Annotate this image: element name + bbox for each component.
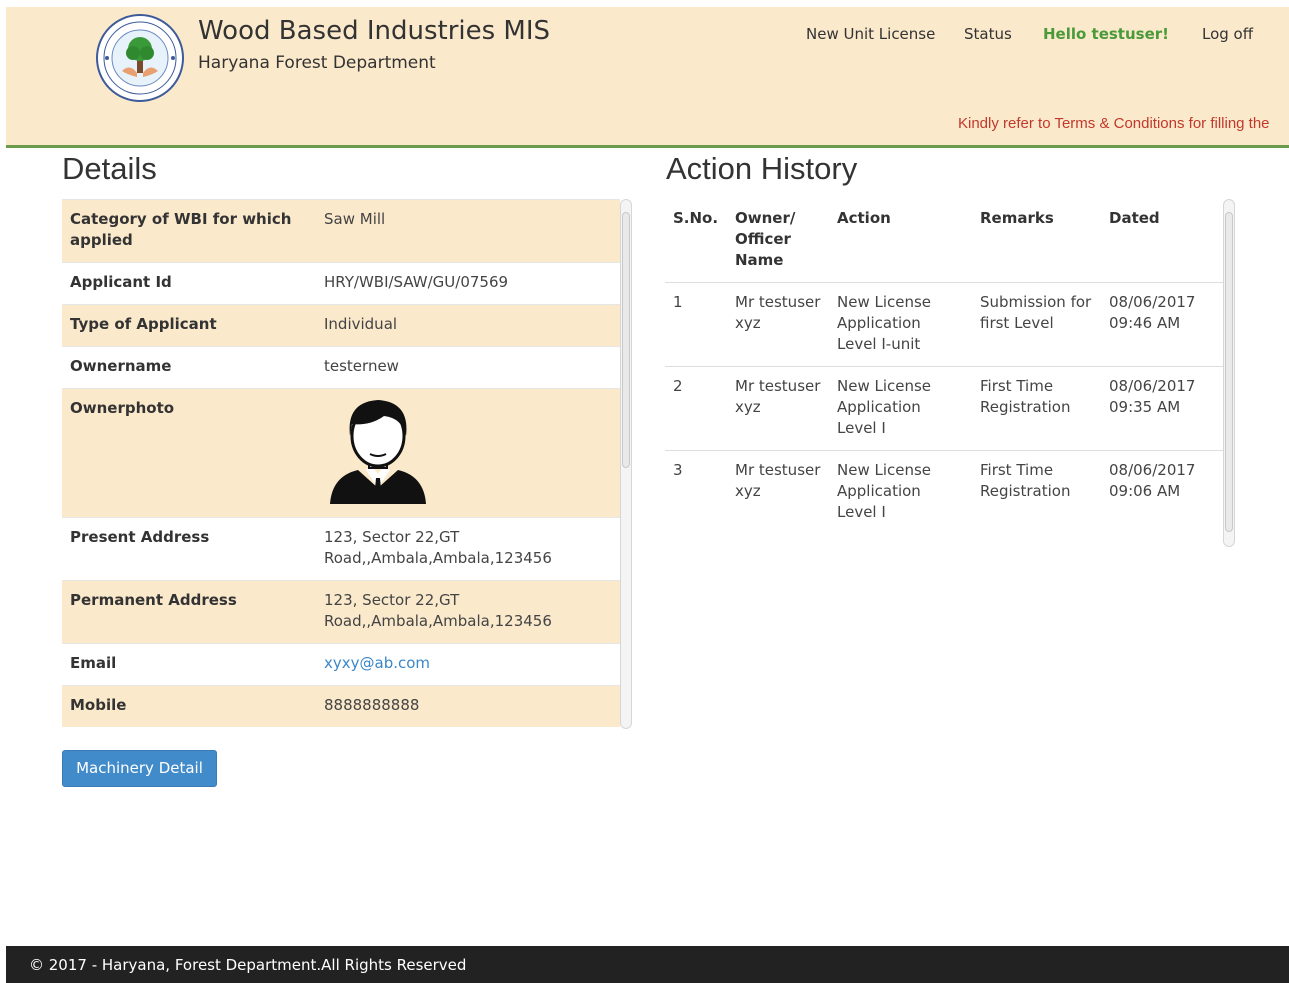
details-row-permanent-address: Permanent Address 123, Sector 22,GT Road… — [62, 580, 620, 644]
col-sno: S.No. — [665, 199, 727, 283]
details-row-applicant-id: Applicant Id HRY/WBI/SAW/GU/07569 — [62, 262, 620, 305]
table-row: 1 Mr testuser xyz New License Applicatio… — [665, 282, 1223, 367]
details-label: Ownername — [62, 346, 316, 389]
cell-owner: Mr testuser xyz — [727, 366, 829, 451]
footer-bar: © 2017 - Haryana, Forest Department.All … — [6, 946, 1289, 983]
terms-notice: Kindly refer to Terms & Conditions for f… — [958, 115, 1270, 132]
details-value: testernew — [316, 346, 620, 389]
col-remarks: Remarks — [972, 199, 1101, 283]
owner-photo-avatar — [330, 400, 426, 504]
cell-action: New License Application Level I — [837, 461, 932, 521]
details-label: Permanent Address — [62, 580, 316, 644]
table-row: 3 Mr testuser xyz New License Applicatio… — [665, 451, 1223, 535]
forest-department-logo[interactable] — [95, 13, 185, 103]
cell-sno: 2 — [665, 366, 727, 451]
cell-sno: 3 — [673, 461, 683, 479]
nav-hello-user[interactable]: Hello testuser! — [1043, 25, 1169, 43]
app-subtitle: Haryana Forest Department — [198, 53, 436, 73]
cell-owner: Mr testuser xyz — [727, 282, 829, 367]
history-scrollbar[interactable] — [1223, 199, 1235, 547]
details-row-present-address: Present Address 123, Sector 22,GT Road,,… — [62, 517, 620, 581]
machinery-detail-button[interactable]: Machinery Detail — [62, 750, 217, 787]
cell-dated: 08/06/2017 09:46 AM — [1101, 282, 1223, 367]
header-bar: Wood Based Industries MIS Haryana Forest… — [6, 7, 1289, 148]
details-value: Saw Mill — [316, 199, 620, 263]
cell-remarks: Submission for first Level — [972, 282, 1101, 367]
cell-owner: Mr testuser xyz — [735, 461, 821, 500]
details-scroll-thumb[interactable] — [622, 212, 630, 468]
details-panel[interactable]: Category of WBI for which applied Saw Mi… — [62, 199, 634, 729]
col-owner: Owner/ Officer Name — [727, 199, 829, 283]
action-history-panel[interactable]: S.No. Owner/ Officer Name Action Remarks… — [665, 199, 1238, 549]
table-row: 2 Mr testuser xyz New License Applicatio… — [665, 366, 1223, 451]
nav-log-off[interactable]: Log off — [1202, 25, 1253, 43]
action-history-heading: Action History — [666, 151, 858, 186]
details-label: Email — [62, 643, 316, 686]
details-row-email: Email xyxy@ab.com — [62, 643, 620, 686]
details-row-category: Category of WBI for which applied Saw Mi… — [62, 199, 620, 263]
details-value: 123, Sector 22,GT Road,,Ambala,Ambala,12… — [316, 517, 620, 581]
email-link[interactable]: xyxy@ab.com — [324, 654, 430, 672]
details-value: Individual — [316, 304, 620, 347]
details-label: Category of WBI for which applied — [62, 199, 316, 263]
details-heading: Details — [62, 151, 157, 186]
cell-dated: 08/06/2017 09:06 AM — [1109, 461, 1196, 500]
details-row-ownername: Ownername testernew — [62, 346, 620, 389]
details-value: HRY/WBI/SAW/GU/07569 — [316, 262, 620, 305]
cell-sno: 1 — [665, 282, 727, 367]
action-history-table: S.No. Owner/ Officer Name Action Remarks… — [665, 199, 1223, 534]
details-value: 123, Sector 22,GT Road,,Ambala,Ambala,12… — [316, 580, 620, 644]
details-label: Type of Applicant — [62, 304, 316, 347]
details-value: 8888888888 — [316, 685, 620, 727]
cell-remarks: First Time Registration — [972, 366, 1101, 451]
terms-notice-text: Kindly refer to Terms & Conditions for f… — [958, 115, 1270, 132]
details-label: Applicant Id — [62, 262, 316, 305]
cell-remarks: First Time Registration — [980, 461, 1071, 500]
details-table: Category of WBI for which applied Saw Mi… — [62, 199, 620, 727]
cell-action: New License Application Level I — [829, 366, 972, 451]
app-title: Wood Based Industries MIS — [198, 16, 551, 46]
details-label: Present Address — [62, 517, 316, 581]
details-scrollbar[interactable] — [620, 199, 632, 729]
cell-dated: 08/06/2017 09:35 AM — [1101, 366, 1223, 451]
nav-status[interactable]: Status — [964, 25, 1012, 43]
details-row-ownerphoto: Ownerphoto — [62, 388, 620, 518]
col-dated: Dated — [1101, 199, 1223, 283]
nav-new-unit-license[interactable]: New Unit License — [806, 25, 935, 43]
col-action: Action — [829, 199, 972, 283]
history-scroll-thumb[interactable] — [1225, 212, 1233, 532]
history-header-row: S.No. Owner/ Officer Name Action Remarks… — [665, 199, 1223, 283]
details-row-mobile: Mobile 8888888888 — [62, 685, 620, 727]
footer-copyright: © 2017 - Haryana, Forest Department.All … — [29, 956, 467, 974]
details-label: Mobile — [62, 685, 316, 727]
cell-action: New License Application Level I-unit — [829, 282, 972, 367]
details-label: Ownerphoto — [62, 388, 316, 518]
details-row-type-of-applicant: Type of Applicant Individual — [62, 304, 620, 347]
